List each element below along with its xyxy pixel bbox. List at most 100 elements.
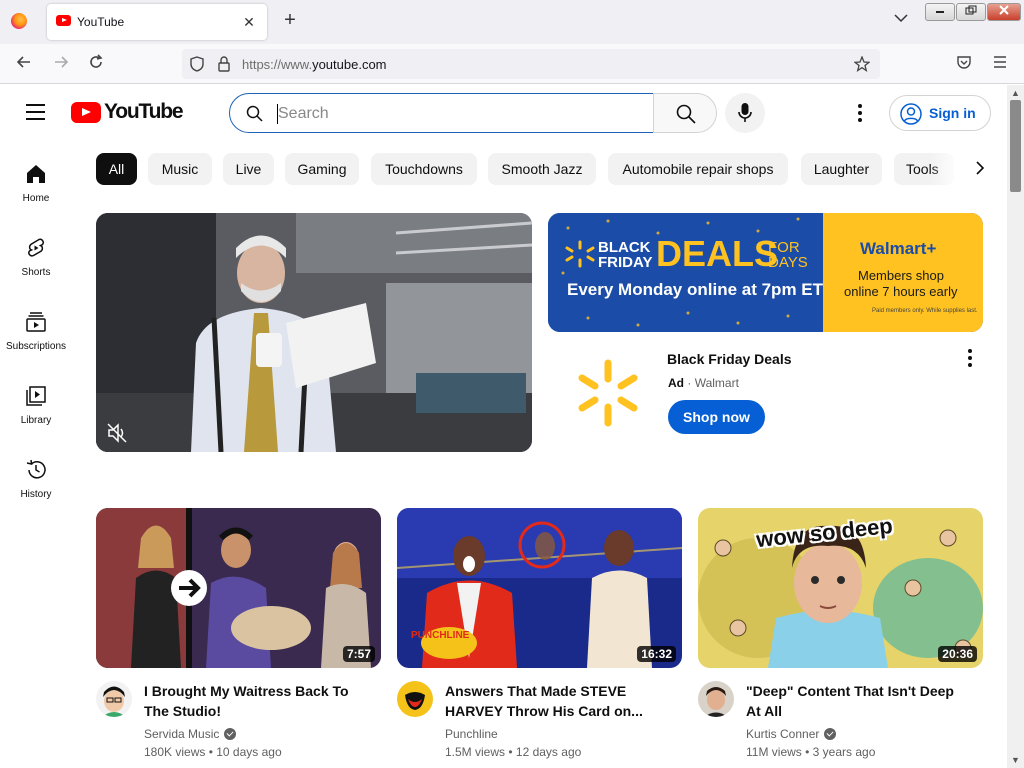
guide-item-shorts[interactable]: Shorts xyxy=(0,237,72,297)
video-thumbnail[interactable]: 7:57 xyxy=(96,508,381,668)
featured-video-frame xyxy=(96,213,532,452)
chip-all[interactable]: All xyxy=(96,153,137,185)
browser-tab-youtube[interactable]: YouTube ✕ xyxy=(47,4,267,40)
video-thumbnail-image xyxy=(96,508,381,668)
guide-menu-icon[interactable] xyxy=(26,104,46,120)
guide-item-subscriptions[interactable]: Subscriptions xyxy=(0,311,72,371)
channel-avatar[interactable] xyxy=(397,681,433,717)
ad-banner-fine-print: Paid members only. While supplies last. xyxy=(872,308,978,314)
ad-banner-days: DAYS xyxy=(768,254,808,271)
sign-in-label: Sign in xyxy=(929,105,976,121)
ad-title[interactable]: Black Friday Deals xyxy=(667,351,792,367)
back-arrow-icon[interactable] xyxy=(14,54,34,74)
video-title[interactable]: I Brought My Waitress Back To The Studio… xyxy=(144,681,364,721)
lock-icon[interactable] xyxy=(217,56,231,77)
ad-banner-deals: DEALS xyxy=(656,233,779,274)
video-title[interactable]: Answers That Made STEVE HARVEY Throw His… xyxy=(445,681,665,721)
channel-avatar[interactable] xyxy=(698,681,734,717)
minimize-window-button[interactable] xyxy=(925,3,955,21)
guide-label-subscriptions: Subscriptions xyxy=(5,341,67,352)
voice-search-button[interactable] xyxy=(725,93,765,133)
search-placeholder: Search xyxy=(278,105,329,122)
ad-banner-for: FOR xyxy=(768,239,800,256)
verified-check-icon xyxy=(224,728,237,740)
chip-live[interactable]: Live xyxy=(223,153,274,185)
video-duration: 7:57 xyxy=(342,646,375,662)
video-meta: 180K views • 10 days ago xyxy=(144,745,282,759)
channel-avatar[interactable] xyxy=(96,681,132,717)
chip-smooth-jazz[interactable]: Smooth Jazz xyxy=(488,153,596,185)
home-icon xyxy=(27,165,45,183)
ad-banner-hours: online 7 hours early xyxy=(844,284,958,299)
ad-banner[interactable]: BLACK FRIDAY DEALS FOR DAYS Every Monday… xyxy=(548,213,983,332)
shorts-icon xyxy=(28,238,44,257)
close-window-button[interactable] xyxy=(987,3,1021,21)
video-channel[interactable]: Kurtis Conner xyxy=(746,727,837,741)
video-duration: 16:32 xyxy=(637,646,676,662)
ad-more-options-icon[interactable] xyxy=(960,347,980,369)
ad-meta: Ad · Walmart xyxy=(668,376,739,390)
tab-title: YouTube xyxy=(77,15,125,29)
new-tab-button[interactable]: + xyxy=(280,10,300,30)
pocket-icon[interactable] xyxy=(954,54,974,74)
app-menu-icon[interactable] xyxy=(990,54,1010,74)
walmart-spark-logo-icon[interactable] xyxy=(574,357,642,434)
video-channel[interactable]: Punchline xyxy=(445,727,498,741)
ad-banner-subline: Every Monday online at 7pm ET xyxy=(567,280,824,299)
chip-automobile-repair-shops[interactable]: Automobile repair shops xyxy=(608,153,788,185)
microphone-icon xyxy=(738,102,752,129)
ad-banner-members: Members shop xyxy=(858,268,944,283)
chip-next-chevron-icon[interactable] xyxy=(966,153,994,185)
ad-banner-black: BLACK xyxy=(598,239,651,256)
video-channel[interactable]: Servida Music xyxy=(144,727,237,741)
ad-banner-friday: FRIDAY xyxy=(598,254,653,271)
reload-icon[interactable] xyxy=(86,54,106,74)
browser-nav-bar: https://www.youtube.com xyxy=(0,44,1024,84)
search-button-icon xyxy=(676,104,696,129)
video-meta: 11M views • 3 years ago xyxy=(746,745,876,759)
thumbnail-text: PUNCHLINE xyxy=(411,630,470,641)
chip-music[interactable]: Music xyxy=(148,153,212,185)
sign-in-button[interactable]: Sign in xyxy=(889,95,991,131)
tracking-protection-shield-icon[interactable] xyxy=(189,56,205,77)
featured-video-player[interactable] xyxy=(96,213,532,452)
search-button[interactable] xyxy=(653,93,717,133)
bookmark-star-icon[interactable] xyxy=(853,55,871,77)
youtube-favicon-icon xyxy=(56,15,71,26)
scroll-down-arrow-icon[interactable]: ▼ xyxy=(1007,753,1024,767)
verified-check-icon xyxy=(824,728,837,740)
guide-item-library[interactable]: Library xyxy=(0,385,72,445)
guide-label-history: History xyxy=(20,489,52,500)
guide-label-shorts: Shorts xyxy=(21,267,51,278)
scrollbar-thumb[interactable] xyxy=(1010,100,1021,192)
restore-window-button[interactable] xyxy=(956,3,986,21)
guide-item-home[interactable]: Home xyxy=(0,163,72,223)
search-icon xyxy=(246,105,263,127)
history-icon xyxy=(26,459,46,479)
scroll-up-arrow-icon[interactable]: ▲ xyxy=(1007,86,1024,100)
video-thumbnail[interactable]: wow so deep 20:36 xyxy=(698,508,983,668)
forward-arrow-icon[interactable] xyxy=(51,54,71,74)
youtube-logo-icon[interactable] xyxy=(71,102,101,123)
chip-gaming[interactable]: Gaming xyxy=(285,153,359,185)
tab-close-icon[interactable]: ✕ xyxy=(239,12,259,32)
video-meta: 1.5M views • 12 days ago xyxy=(445,745,582,759)
shop-now-button[interactable]: Shop now xyxy=(668,400,765,434)
firefox-icon[interactable] xyxy=(11,13,27,29)
muted-volume-icon[interactable] xyxy=(106,422,128,449)
browser-tab-strip: YouTube ✕ + xyxy=(0,0,1024,44)
account-avatar-icon xyxy=(900,103,922,130)
youtube-logo-text[interactable]: YouTube xyxy=(104,100,184,124)
chip-touchdowns[interactable]: Touchdowns xyxy=(371,153,477,185)
address-bar[interactable]: https://www.youtube.com xyxy=(182,49,880,79)
guide-item-history[interactable]: History xyxy=(0,459,72,519)
settings-more-icon[interactable] xyxy=(850,102,870,124)
url-text: https://www.youtube.com xyxy=(242,57,387,72)
search-input[interactable]: Search xyxy=(229,93,654,133)
tab-list-chevron-icon[interactable] xyxy=(894,12,908,26)
library-icon xyxy=(26,386,46,406)
video-title[interactable]: "Deep" Content That Isn't Deep At All xyxy=(746,681,966,721)
guide-label-home: Home xyxy=(22,193,50,204)
chip-laughter[interactable]: Laughter xyxy=(801,153,882,185)
video-thumbnail[interactable]: PUNCHLINE 16:32 xyxy=(397,508,682,668)
